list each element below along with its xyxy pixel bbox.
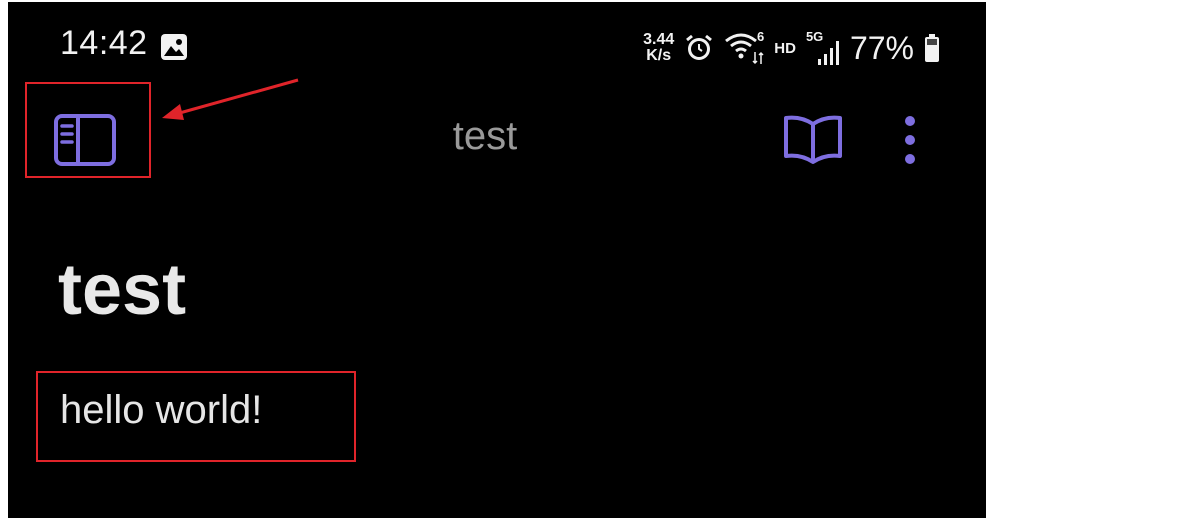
wifi-status: 6 <box>724 29 765 65</box>
battery-icon <box>925 34 939 62</box>
annotation-box-sidebar-toggle <box>25 82 151 178</box>
network-speed: 3.44 K/s <box>643 32 674 64</box>
hd-badge: HD <box>774 39 796 57</box>
note-heading: test <box>58 250 187 330</box>
more-vertical-icon <box>905 116 915 164</box>
reading-mode-button[interactable] <box>780 110 846 170</box>
book-open-icon <box>784 115 842 164</box>
network-speed-unit: K/s <box>646 47 672 64</box>
status-icons: 3.44 K/s 6 HD 5G 77% <box>643 24 940 72</box>
annotation-box-body-text <box>36 371 356 462</box>
network-speed-value: 3.44 <box>643 31 675 48</box>
battery-percent: 77% <box>849 29 914 66</box>
alarm-icon <box>686 34 713 60</box>
wifi-generation: 6 <box>757 29 765 44</box>
screenshot-page: 14:42 3.44 K/s 6 HD 5G 77% test test hel… <box>0 0 1192 518</box>
signal-strength-icon <box>817 41 839 65</box>
status-time: 14:42 <box>60 24 148 62</box>
gallery-notification-icon <box>161 34 187 60</box>
annotation-arrow <box>162 78 299 120</box>
more-options-button[interactable] <box>890 110 930 170</box>
data-transfer-icon <box>752 51 764 65</box>
cellular-status: 5G <box>806 29 840 65</box>
